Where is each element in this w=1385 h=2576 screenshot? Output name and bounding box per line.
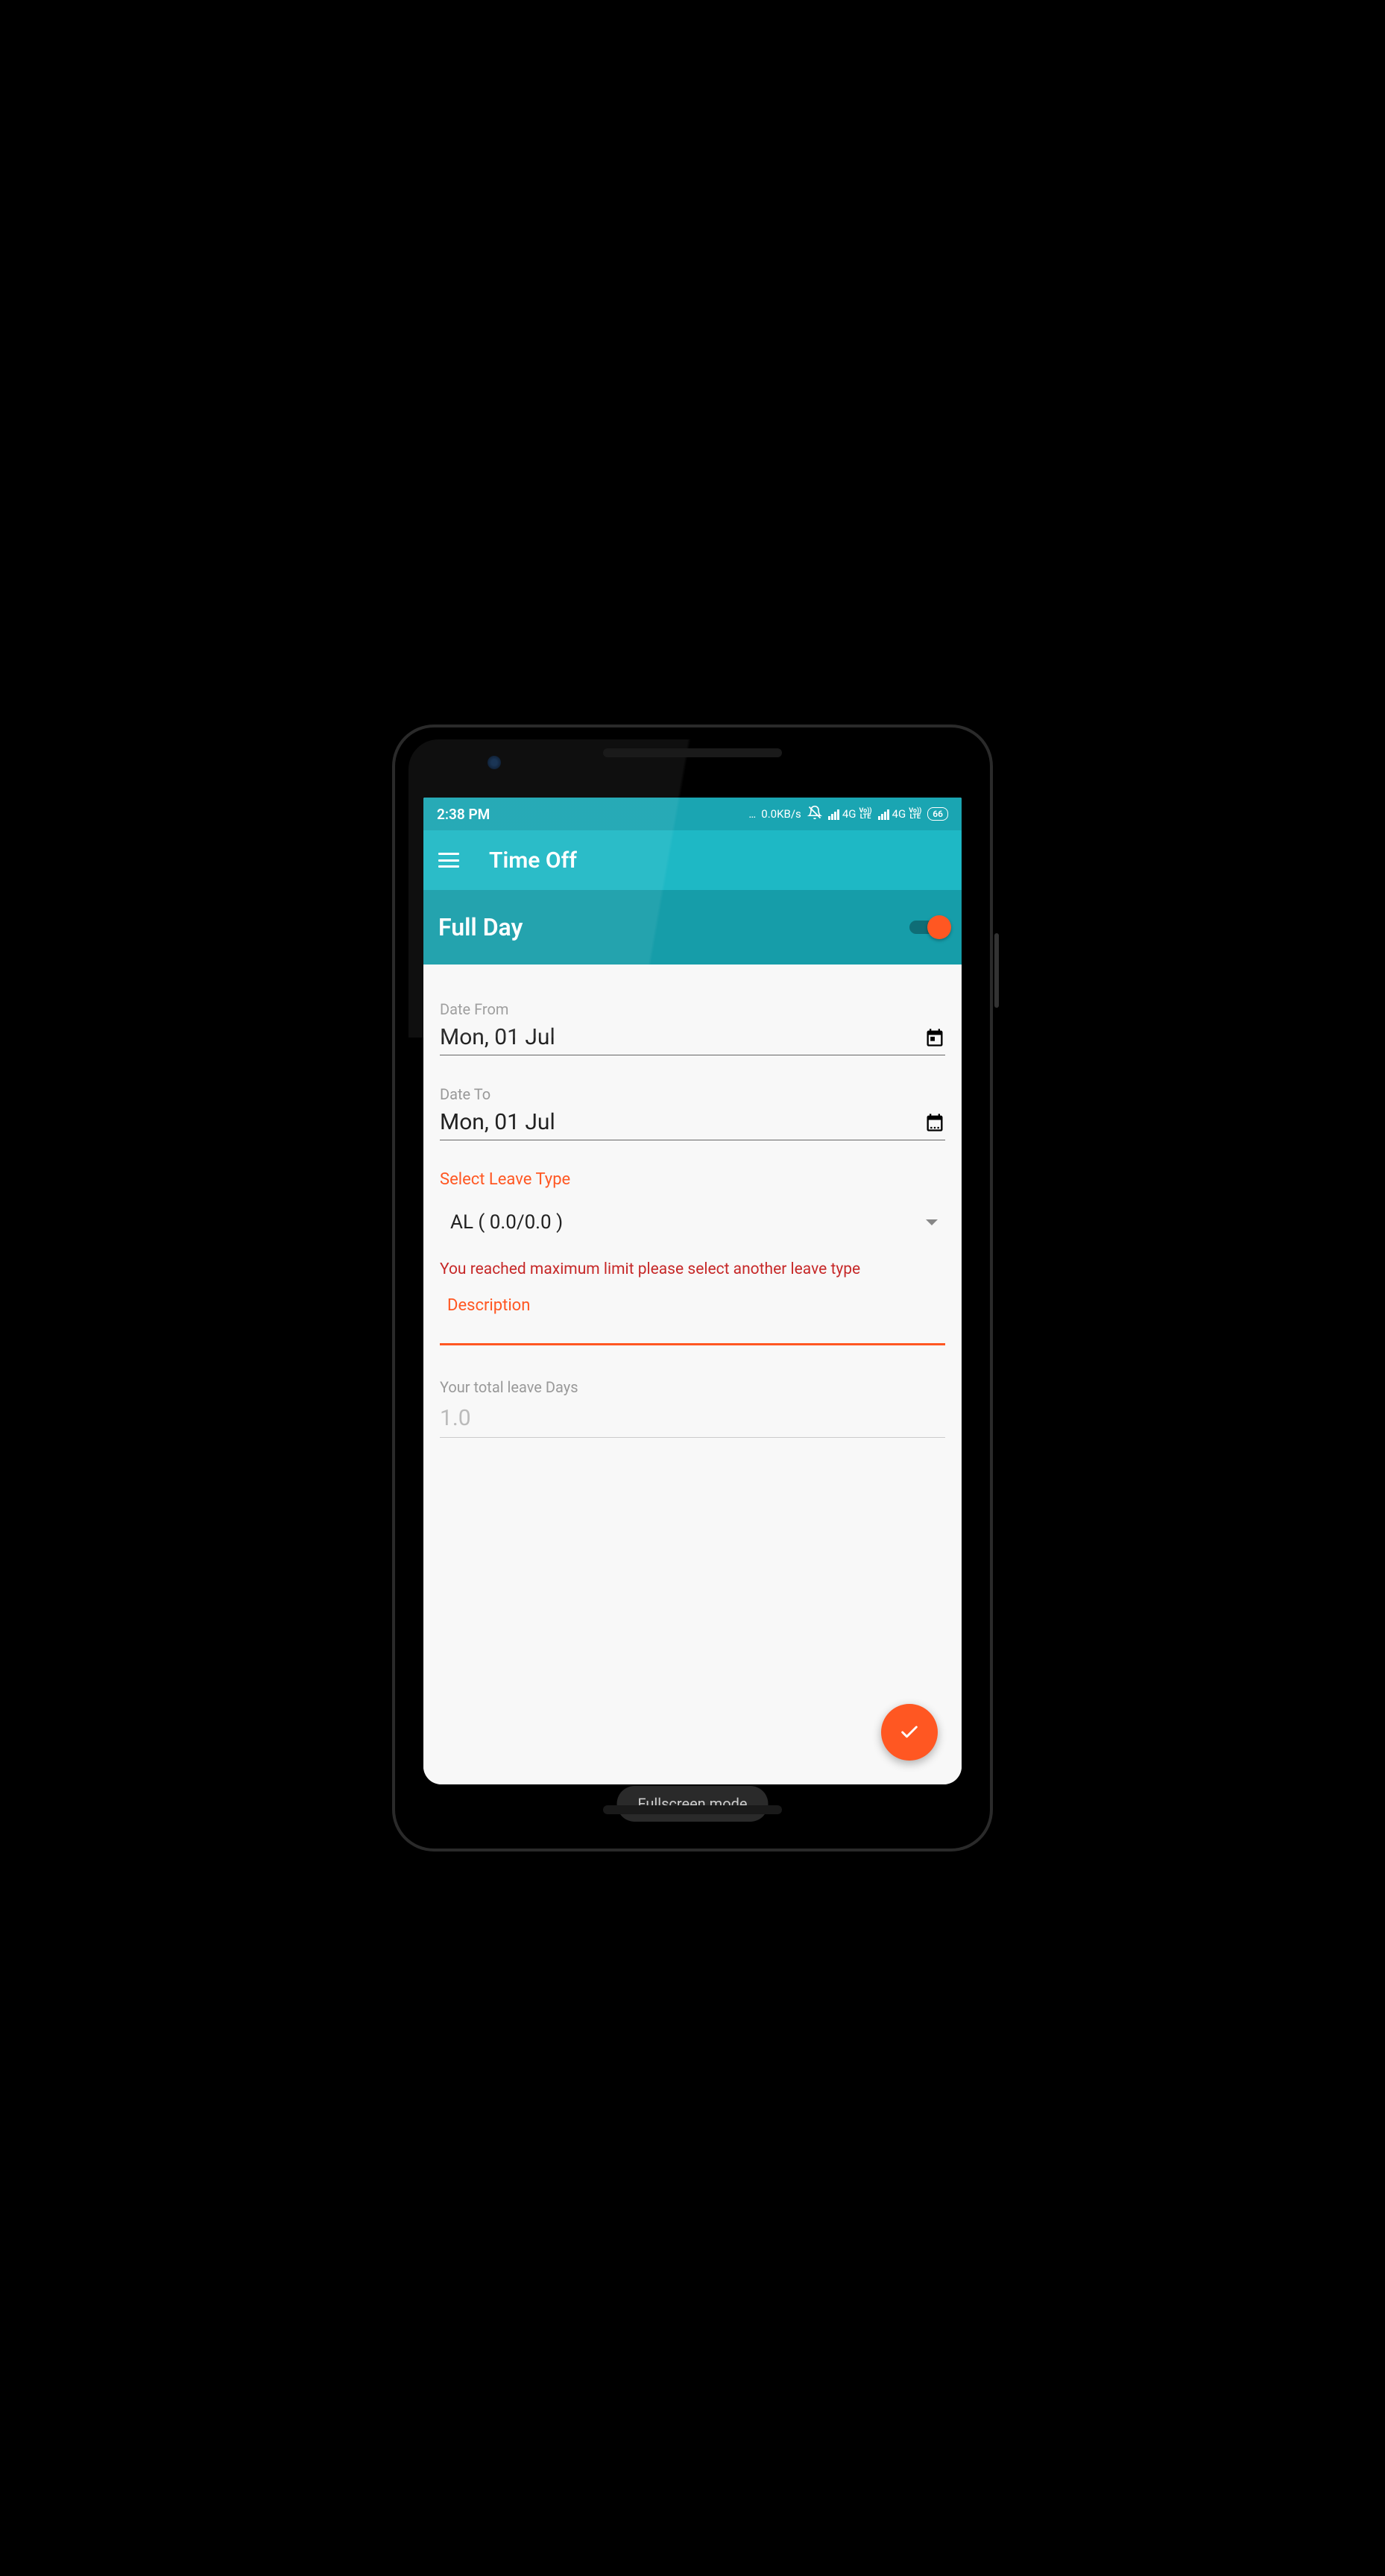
app-screen: 2:38 PM ... 0.0KB/s 4G Vo))LTE 4G bbox=[423, 798, 962, 1784]
network-1: 4G bbox=[842, 807, 856, 821]
total-days-label: Your total leave Days bbox=[440, 1378, 945, 1396]
error-message: You reached maximum limit please select … bbox=[440, 1260, 945, 1278]
phone-frame: 2:38 PM ... 0.0KB/s 4G Vo))LTE 4G bbox=[392, 724, 993, 1852]
description-input[interactable] bbox=[440, 1343, 945, 1345]
bottom-speaker bbox=[603, 1805, 782, 1814]
data-rate: 0.0KB/s bbox=[761, 807, 801, 821]
sim2-group: 4G Vo))LTE bbox=[878, 807, 922, 821]
date-to-field[interactable]: Date To Mon, 01 Jul bbox=[440, 1085, 945, 1140]
date-from-field[interactable]: Date From Mon, 01 Jul bbox=[440, 1000, 945, 1055]
fullscreen-mode-pill[interactable]: Fullscreen mode bbox=[616, 1786, 768, 1822]
power-button bbox=[994, 933, 999, 1008]
leave-type-label: Select Leave Type bbox=[440, 1170, 945, 1189]
full-day-toggle[interactable] bbox=[909, 918, 947, 936]
sim1-group: 4G Vo))LTE bbox=[828, 807, 872, 821]
menu-icon[interactable] bbox=[438, 853, 459, 868]
total-days-value: 1.0 bbox=[440, 1405, 945, 1438]
date-from-label: Date From bbox=[440, 1000, 945, 1018]
top-speaker bbox=[603, 748, 782, 757]
volte-icon-2: Vo))LTE bbox=[909, 808, 921, 820]
status-bar: 2:38 PM ... 0.0KB/s 4G Vo))LTE 4G bbox=[423, 798, 962, 830]
battery-indicator: 66 bbox=[927, 807, 948, 821]
date-from-value: Mon, 01 Jul bbox=[440, 1024, 555, 1050]
signal-icon bbox=[828, 808, 839, 820]
front-camera bbox=[488, 756, 501, 769]
leave-type-value: AL ( 0.0/0.0 ) bbox=[450, 1211, 563, 1234]
description-label: Description bbox=[447, 1296, 945, 1315]
date-to-value: Mon, 01 Jul bbox=[440, 1109, 555, 1135]
volte-icon-1: Vo))LTE bbox=[859, 808, 871, 820]
form-area: Date From Mon, 01 Jul Date To Mon, 01 Ju… bbox=[423, 965, 962, 1784]
alarm-off-icon bbox=[807, 805, 822, 823]
status-right: ... 0.0KB/s 4G Vo))LTE 4G Vo))LTE bbox=[748, 805, 948, 823]
chevron-down-icon bbox=[926, 1219, 938, 1225]
app-bar: Time Off bbox=[423, 830, 962, 890]
date-to-label: Date To bbox=[440, 1085, 945, 1103]
status-time: 2:38 PM bbox=[437, 806, 490, 823]
full-day-label: Full Day bbox=[438, 913, 523, 941]
calendar-icon[interactable] bbox=[924, 1027, 945, 1048]
calendar-icon-2[interactable] bbox=[924, 1112, 945, 1133]
submit-button[interactable] bbox=[881, 1704, 938, 1761]
app-title: Time Off bbox=[489, 847, 577, 874]
check-icon bbox=[899, 1722, 920, 1743]
signal-icon-2 bbox=[878, 808, 889, 820]
full-day-toggle-bar: Full Day bbox=[423, 890, 962, 965]
network-2: 4G bbox=[892, 807, 906, 821]
leave-type-dropdown[interactable]: AL ( 0.0/0.0 ) bbox=[440, 1211, 945, 1246]
